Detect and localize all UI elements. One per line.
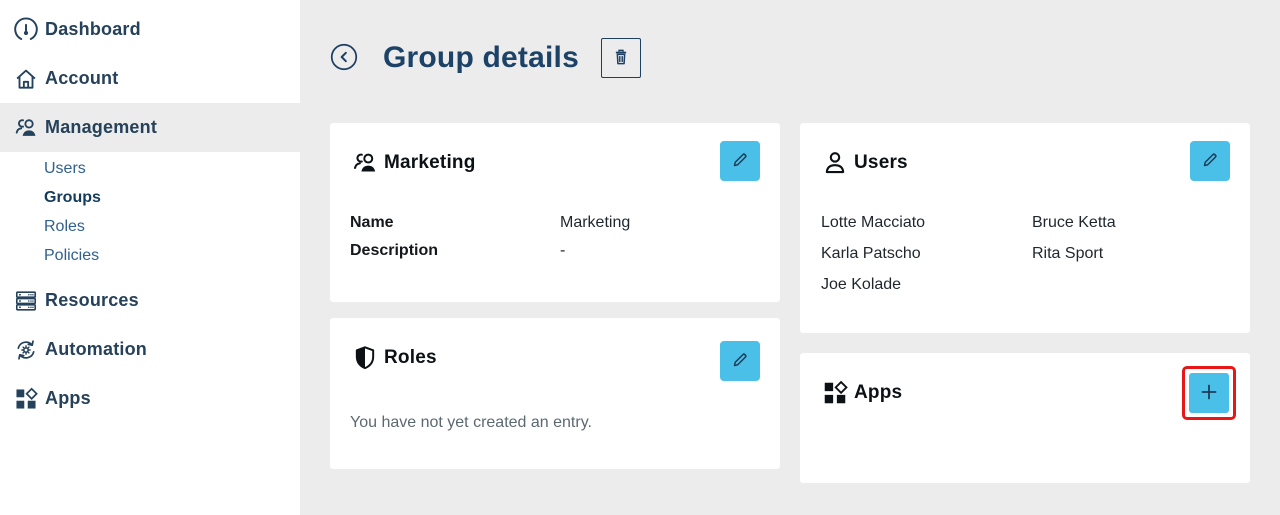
sidebar-item-resources[interactable]: Resources: [0, 276, 300, 325]
sidebar-item-label: Dashboard: [45, 19, 141, 40]
shield-icon: [350, 343, 380, 373]
group-card-header: Marketing: [350, 143, 476, 183]
sidebar-item-automation[interactable]: Automation: [0, 325, 300, 374]
edit-group-button[interactable]: [720, 141, 760, 181]
edit-users-button[interactable]: [1190, 141, 1230, 181]
member-name: Joe Kolade: [821, 275, 1032, 294]
roles-card-title: Roles: [384, 347, 437, 369]
field-row-description: Description -: [350, 237, 760, 265]
group-fields: Name Marketing Description -: [350, 209, 760, 265]
delete-group-button[interactable]: [601, 38, 641, 78]
back-button[interactable]: [330, 44, 358, 72]
management-subnav: Users Groups Roles Policies: [0, 152, 300, 276]
edit-roles-button[interactable]: [720, 341, 760, 381]
users-card-title: Users: [854, 152, 908, 174]
field-label: Name: [350, 214, 560, 232]
group-card: Marketing Name Marketing Description -: [330, 123, 780, 302]
page-title: Group details: [383, 41, 579, 75]
users-member-list: Lotte Macciato Bruce Ketta Karla Patscho…: [821, 213, 1230, 294]
users-card-header: Users: [820, 143, 908, 183]
servers-icon: [13, 288, 39, 314]
field-label: Description: [350, 242, 560, 260]
sidebar-subitem-users[interactable]: Users: [0, 154, 300, 183]
users-card: Users Lotte Macciato Bruce Ketta Karla P…: [800, 123, 1250, 333]
pencil-icon: [729, 149, 751, 174]
add-app-highlight: [1182, 366, 1236, 420]
apps-grid-icon: [820, 378, 850, 408]
plus-icon: [1197, 380, 1221, 407]
apps-card-header: Apps: [820, 373, 902, 413]
sidebar: Dashboard Account Management Users Group…: [0, 0, 300, 515]
home-icon: [13, 66, 39, 92]
field-value: -: [560, 242, 565, 260]
sidebar-item-management[interactable]: Management: [0, 103, 300, 152]
group-icon: [350, 148, 380, 178]
group-card-title: Marketing: [384, 152, 476, 174]
sidebar-item-apps[interactable]: Apps: [0, 374, 300, 423]
field-value: Marketing: [560, 214, 630, 232]
apps-card: Apps: [800, 353, 1250, 483]
add-app-button[interactable]: [1189, 373, 1229, 413]
user-icon: [820, 148, 850, 178]
field-row-name: Name Marketing: [350, 209, 760, 237]
roles-empty-message: You have not yet created an entry.: [350, 414, 592, 432]
member-name: Karla Patscho: [821, 244, 1032, 263]
group-icon: [13, 115, 39, 141]
sidebar-item-label: Account: [45, 68, 118, 89]
sidebar-item-label: Resources: [45, 290, 139, 311]
sidebar-subitem-policies[interactable]: Policies: [0, 241, 300, 270]
sidebar-item-label: Management: [45, 117, 157, 138]
sidebar-item-label: Automation: [45, 339, 147, 360]
page-header: Group details: [330, 38, 641, 78]
member-name: Lotte Macciato: [821, 213, 1032, 232]
sidebar-subitem-groups[interactable]: Groups: [0, 183, 300, 212]
sidebar-item-dashboard[interactable]: Dashboard: [0, 5, 300, 54]
sidebar-item-account[interactable]: Account: [0, 54, 300, 103]
automation-icon: [13, 337, 39, 363]
pencil-icon: [729, 349, 751, 374]
roles-card-header: Roles: [350, 338, 437, 378]
member-name: Rita Sport: [1032, 244, 1230, 263]
back-circle-icon: [330, 43, 358, 74]
main-content: Group details Mar: [300, 0, 1280, 515]
gauge-icon: [13, 17, 39, 43]
roles-card: Roles You have not yet created an entry.: [330, 318, 780, 469]
sidebar-item-label: Apps: [45, 388, 91, 409]
member-name: Bruce Ketta: [1032, 213, 1230, 232]
apps-card-title: Apps: [854, 382, 902, 404]
pencil-icon: [1199, 149, 1221, 174]
trash-icon: [610, 46, 632, 71]
apps-grid-icon: [13, 386, 39, 412]
sidebar-subitem-roles[interactable]: Roles: [0, 212, 300, 241]
